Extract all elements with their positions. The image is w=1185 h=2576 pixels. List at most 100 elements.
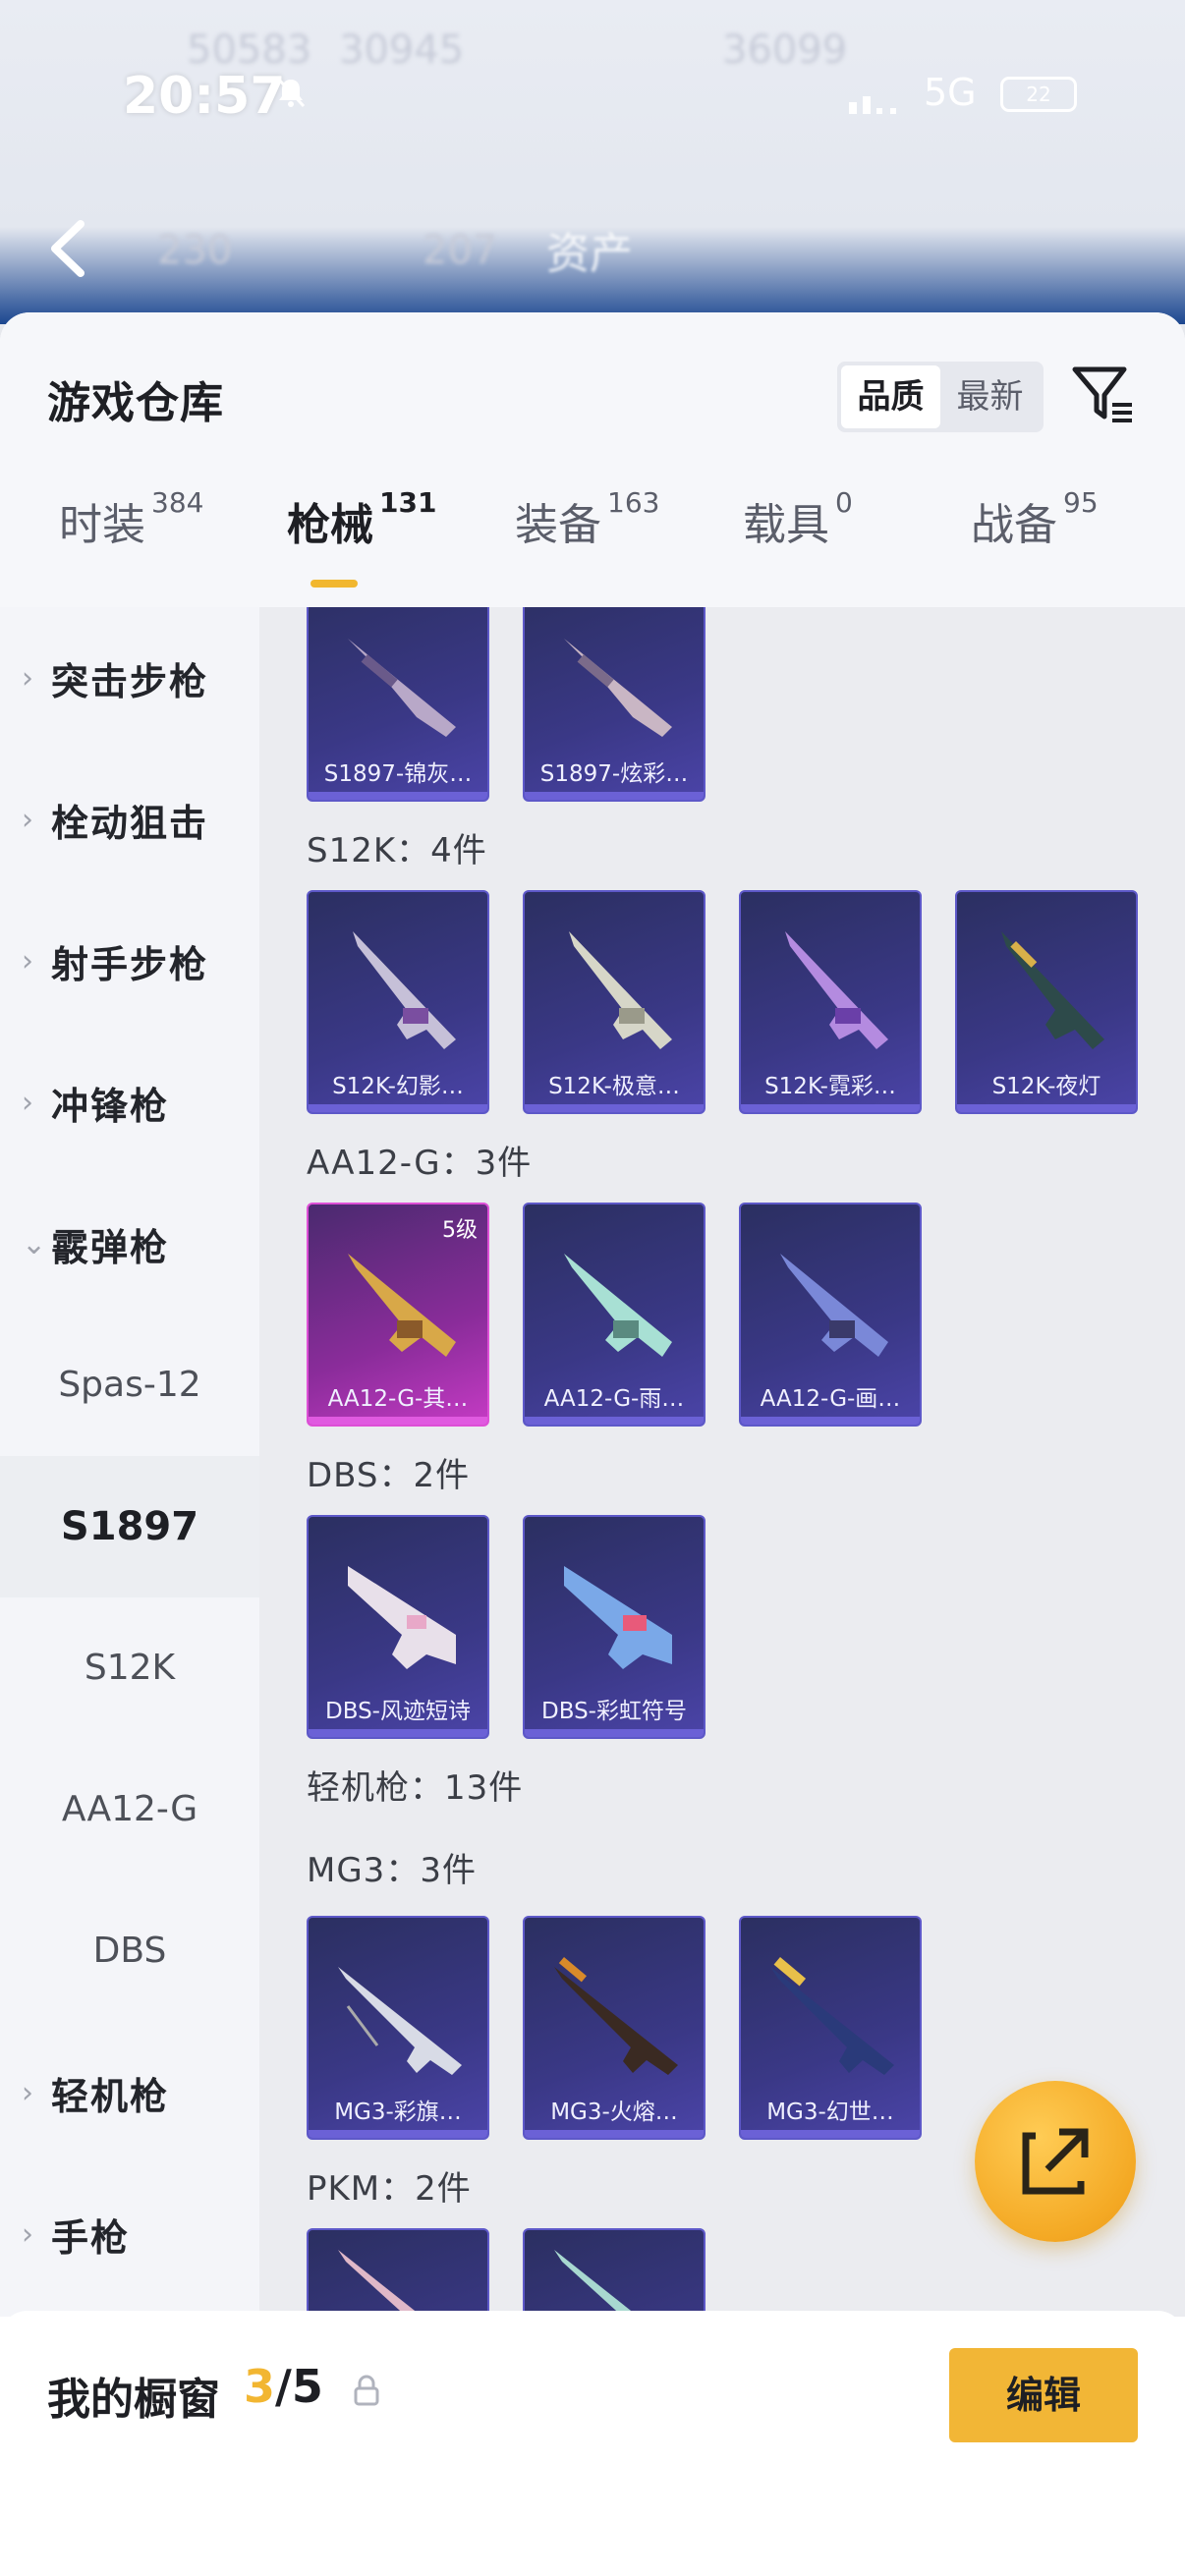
weapon-name: S12K-夜灯 <box>991 1074 1101 1099</box>
section-label-aa12g: AA12-G：3件 <box>307 1144 533 1183</box>
sort-newest-button[interactable]: 最新 <box>940 365 1040 428</box>
showcase-count: 3/5 <box>244 2360 323 2413</box>
sidebar-item-assault-rifle[interactable]: › 突击步枪 <box>0 607 259 749</box>
sidebar-sub-s12k[interactable]: S12K <box>0 1597 259 1739</box>
sidebar-sub-dbs[interactable]: DBS <box>0 1880 259 2022</box>
rifle-icon <box>353 931 456 1049</box>
weapon-name: AA12-G-画… <box>760 1386 901 1412</box>
weapon-card[interactable]: S12K-幻影… <box>307 890 489 1114</box>
app-root: 50583 30945 36099 230 207 20:57 5G 22 资产 <box>0 0 1185 2576</box>
active-tab-indicator <box>310 580 358 588</box>
share-external-icon <box>1022 2128 1089 2195</box>
chevron-down-icon: ⌄ <box>22 1226 47 1261</box>
shotgun-icon <box>564 639 672 737</box>
sidebar-item-marksman-rifle[interactable]: › 射手步枪 <box>0 890 259 1032</box>
tab-count: 0 <box>835 486 853 520</box>
blur-number: 230 <box>157 228 233 273</box>
rifle-icon <box>569 931 672 1049</box>
shotgun-icon <box>348 639 456 737</box>
tab-label: 载具 <box>743 500 829 550</box>
weapon-card[interactable]: MG3-火熔… <box>523 1916 705 2140</box>
sidebar-sub-aa12g[interactable]: AA12-G <box>0 1739 259 1880</box>
back-arrow-icon[interactable] <box>39 214 98 283</box>
mute-bell-icon <box>276 77 306 108</box>
tab-vehicles[interactable]: 载具 0 <box>743 486 853 552</box>
sidebar-item-lmg[interactable]: › 轻机枪 <box>0 2022 259 2163</box>
edit-button[interactable]: 编辑 <box>949 2348 1138 2442</box>
tab-tactical[interactable]: 战备 95 <box>971 486 1099 552</box>
showcase-title: 我的橱窗 <box>47 2375 220 2425</box>
battery-icon: 22 <box>1000 77 1077 112</box>
filter-icon[interactable] <box>1069 360 1138 428</box>
tab-label: 枪械 <box>287 500 373 550</box>
section-label-pkm: PKM：2件 <box>307 2169 472 2209</box>
sidebar-item-bolt-sniper[interactable]: › 栓动狙击 <box>0 749 259 890</box>
category-tabs: 时装 384 枪械 131 装备 163 载具 0 战备 95 <box>0 486 1185 578</box>
weapon-card[interactable]: MG3-幻世… <box>739 1916 922 2140</box>
weapon-card[interactable]: DBS-彩虹符号 <box>523 1515 705 1739</box>
sidebar-item-label: 突击步枪 <box>51 659 209 703</box>
weapon-card[interactable] <box>523 2228 705 2317</box>
section-label-s12k: S12K：4件 <box>307 831 487 870</box>
weapon-name: S12K-幻影… <box>332 1074 464 1099</box>
weapon-card[interactable]: S12K-夜灯 <box>955 890 1138 1114</box>
chevron-right-icon: › <box>22 1085 33 1120</box>
signal-icon <box>849 96 896 114</box>
sheet-title: 游戏仓库 <box>47 378 224 428</box>
sheet-header: 游戏仓库 品质 最新 时装 384 枪械 131 装备 163 载具 0 战备 95 <box>0 312 1185 607</box>
weapon-card[interactable]: S12K-霓彩… <box>739 890 922 1114</box>
sidebar-item-label: 手枪 <box>51 2215 131 2260</box>
weapon-card[interactable]: AA12-G-雨… <box>523 1203 705 1427</box>
weapon-name: S12K-霓彩… <box>764 1074 896 1099</box>
rifle-icon <box>564 1254 672 1357</box>
chevron-right-icon: › <box>22 943 33 979</box>
sidebar-sub-spas12[interactable]: Spas-12 <box>0 1315 259 1456</box>
tab-count: 131 <box>379 486 437 520</box>
weapon-card[interactable] <box>307 2228 489 2317</box>
sort-toggle: 品质 最新 <box>837 362 1044 432</box>
weapon-card[interactable]: 5级 AA12-G-其… <box>307 1203 489 1427</box>
sort-quality-button[interactable]: 品质 <box>841 365 940 428</box>
section-label-dbs: DBS：2件 <box>307 1456 471 1495</box>
warehouse-sheet: 游戏仓库 品质 最新 时装 384 枪械 131 装备 163 载具 0 战备 95 <box>0 312 1185 2576</box>
weapon-name: DBS-彩虹符号 <box>541 1699 687 1724</box>
rifle-icon <box>1001 931 1104 1049</box>
weapon-name: MG3-彩旗… <box>334 2100 462 2125</box>
tab-count: 384 <box>151 486 204 520</box>
blur-number: 36099 <box>722 28 848 73</box>
weapon-card[interactable]: AA12-G-画… <box>739 1203 922 1427</box>
chevron-right-icon: › <box>22 2075 33 2110</box>
sidebar-sub-s1897[interactable]: S1897 <box>0 1456 259 1597</box>
weapon-name: MG3-火熔… <box>550 2100 678 2125</box>
sidebar-item-smg[interactable]: › 冲锋枪 <box>0 1032 259 1173</box>
sidebar-item-label: 栓动狙击 <box>51 801 209 845</box>
weapon-card[interactable]: MG3-彩旗… <box>307 1916 489 2140</box>
section-label-lmg: 轻机枪：13件 <box>307 1768 524 1808</box>
sidebar-item-label: 冲锋枪 <box>51 1084 170 1128</box>
showcase-count-total: /5 <box>275 2360 323 2413</box>
machine-gun-icon <box>554 1956 678 2075</box>
category-sidebar: › 突击步枪 › 栓动狙击 › 射手步枪 › 冲锋枪 ⌄ 霰弹枪 Spas-12 S189… <box>0 607 259 2317</box>
chevron-right-icon: › <box>22 660 33 696</box>
weapon-card[interactable]: DBS-风迹短诗 <box>307 1515 489 1739</box>
sidebar-item-label: 霰弹枪 <box>51 1225 170 1269</box>
weapon-name: AA12-G-雨… <box>543 1386 685 1412</box>
tab-fashion[interactable]: 时装 384 <box>59 486 204 552</box>
machine-gun-icon <box>770 1957 894 2075</box>
sidebar-item-pistol[interactable]: › 手枪 <box>0 2163 259 2305</box>
weapon-name: AA12-G-其… <box>327 1386 469 1412</box>
machine-gun-icon <box>554 2250 639 2317</box>
blur-number: 30945 <box>339 28 465 73</box>
section-label-mg3: MG3：3件 <box>307 1851 477 1890</box>
tab-equipment[interactable]: 装备 163 <box>515 486 659 552</box>
rifle-icon <box>780 1254 888 1357</box>
weapon-card[interactable]: S1897-锦灰… <box>307 607 489 802</box>
weapon-card[interactable]: S12K-极意… <box>523 890 705 1114</box>
chevron-right-icon: › <box>22 802 33 837</box>
sidebar-item-shotgun[interactable]: ⌄ 霰弹枪 <box>0 1173 259 1315</box>
level-badge: 5级 <box>442 1218 478 1243</box>
weapon-card[interactable]: S1897-炫彩… <box>523 607 705 802</box>
weapon-name: DBS-风迹短诗 <box>325 1699 471 1724</box>
tab-firearms[interactable]: 枪械 131 <box>287 486 437 552</box>
share-button[interactable] <box>975 2081 1136 2242</box>
